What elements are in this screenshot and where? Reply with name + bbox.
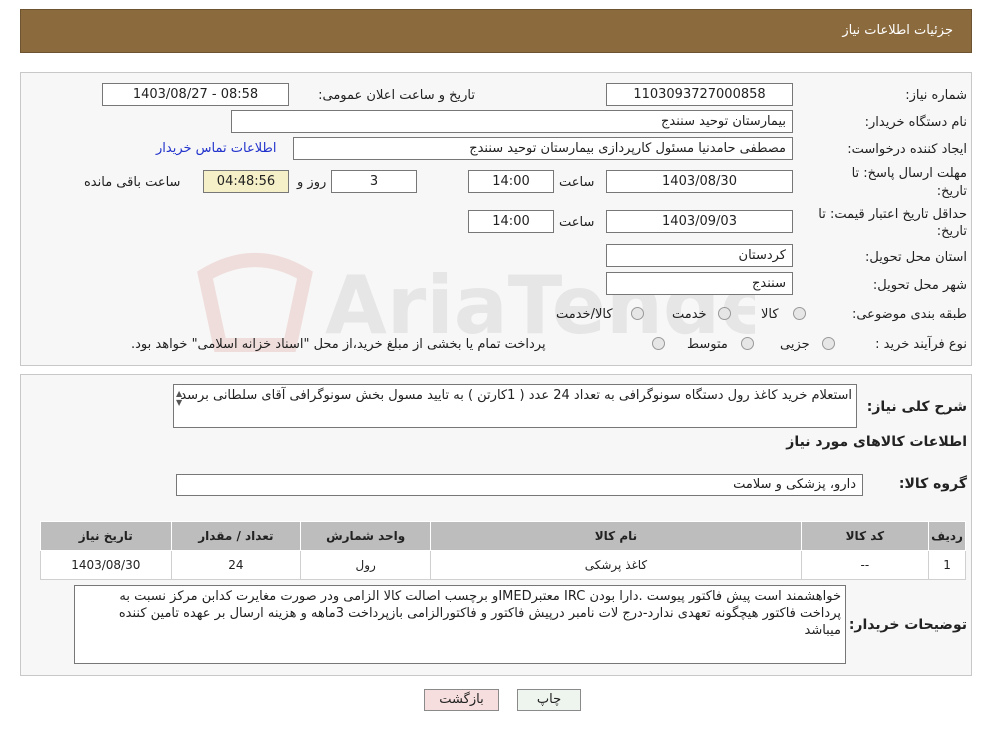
goods-group-field: دارو، پزشکی و سلامت (176, 474, 863, 496)
buyer-notes-textarea[interactable]: خواهشمند است پیش فاکتور پیوست .دارا بودن… (74, 585, 846, 664)
buyer-notes-label: توضیحات خریدار: (848, 617, 967, 633)
col-date-header: تاریخ نیاز (40, 521, 172, 551)
city-field: سنندج (606, 272, 793, 295)
col-name-header: نام کالا (430, 521, 802, 551)
announce-label: تاریخ و ساعت اعلان عمومی: (318, 88, 475, 103)
process-option-minor: جزیی (780, 337, 810, 352)
table-header-row: ردیف کد کالا نام کالا واحد شمارش تعداد /… (40, 521, 966, 551)
validity-time-field: 14:00 (468, 210, 554, 233)
deadline-label: مهلت ارسال پاسخ: تا (851, 166, 967, 181)
process-label: نوع فرآیند خرید : (875, 337, 967, 352)
process-checkbox-treasury[interactable] (652, 337, 665, 350)
category-label: طبقه بندی موضوعی: (851, 307, 967, 322)
need-number-label: شماره نیاز: (905, 88, 967, 103)
days-label: روز و (297, 175, 327, 190)
process-option-medium: متوسط (687, 337, 728, 352)
remaining-time-field: 04:48:56 (203, 170, 289, 193)
category-radio-service[interactable] (718, 307, 731, 320)
days-field: 3 (331, 170, 417, 193)
validity-label: حداقل تاریخ اعتبار قیمت: تا (818, 207, 967, 222)
category-option-goods: کالا (761, 307, 779, 322)
buyer-contact-link[interactable]: اطلاعات تماس خریدار (156, 141, 276, 156)
goods-group-label: گروه کالا: (898, 476, 967, 492)
deadline-label-date: تاریخ: (936, 184, 967, 199)
col-code-header: کد کالا (800, 521, 930, 551)
cell-date: 1403/08/30 (40, 550, 172, 580)
process-note: پرداخت تمام یا بخشی از مبلغ خرید،از محل … (131, 337, 546, 352)
category-radio-goods[interactable] (793, 307, 806, 320)
desc-label: شرح کلی نیاز: (866, 399, 967, 415)
print-button[interactable]: چاپ (517, 689, 581, 711)
validity-date-field: 1403/09/03 (606, 210, 793, 233)
category-option-goods-service: کالا/خدمت (556, 307, 613, 322)
category-option-service: خدمت (672, 307, 707, 322)
page-header: جزئیات اطلاعات نیاز (20, 9, 972, 53)
process-radio-minor[interactable] (822, 337, 835, 350)
desc-textarea[interactable]: استعلام خرید کاغذ رول دستگاه سونوگرافی ب… (173, 384, 857, 428)
need-number-field: 1103093727000858 (606, 83, 793, 106)
validity-time-label: ساعت (559, 215, 595, 230)
category-radio-goods-service[interactable] (631, 307, 644, 320)
buyer-org-label: نام دستگاه خریدار: (864, 115, 967, 130)
city-label: شهر محل تحویل: (872, 278, 967, 293)
cell-qty: 24 (170, 550, 302, 580)
buyer-org-field: بیمارستان توحید سنندج (231, 110, 793, 133)
table-row: 1 -- کاغذ پرشکی رول 24 1403/08/30 (40, 550, 966, 580)
deadline-time-label: ساعت (559, 175, 595, 190)
deadline-time-field: 14:00 (468, 170, 554, 193)
creator-field: مصطفی حامدنیا مسئول کارپردازی بیمارستان … (293, 137, 793, 160)
process-radio-medium[interactable] (741, 337, 754, 350)
cell-row: 1 (928, 550, 966, 580)
province-label: استان محل تحویل: (865, 250, 967, 265)
cell-code: -- (800, 550, 930, 580)
goods-info-title: اطلاعات کالاهای مورد نیاز (786, 434, 967, 450)
creator-label: ایجاد کننده درخواست: (847, 142, 967, 157)
cell-name: کاغذ پرشکی (430, 550, 802, 580)
col-qty-header: تعداد / مقدار (170, 521, 302, 551)
scroll-arrows-icon[interactable]: ▲ ▼ (176, 389, 182, 407)
items-table: ردیف کد کالا نام کالا واحد شمارش تعداد /… (40, 521, 966, 580)
back-button[interactable]: بازگشت (424, 689, 499, 711)
col-unit-header: واحد شمارش (300, 521, 432, 551)
cell-unit: رول (300, 550, 432, 580)
remaining-label: ساعت باقی مانده (84, 175, 181, 190)
page-title: جزئیات اطلاعات نیاز (842, 23, 953, 38)
deadline-date-field: 1403/08/30 (606, 170, 793, 193)
province-field: کردستان (606, 244, 793, 267)
announce-field: 1403/08/27 - 08:58 (102, 83, 289, 106)
col-row-header: ردیف (928, 521, 966, 551)
validity-label-date: تاریخ: (936, 224, 967, 239)
